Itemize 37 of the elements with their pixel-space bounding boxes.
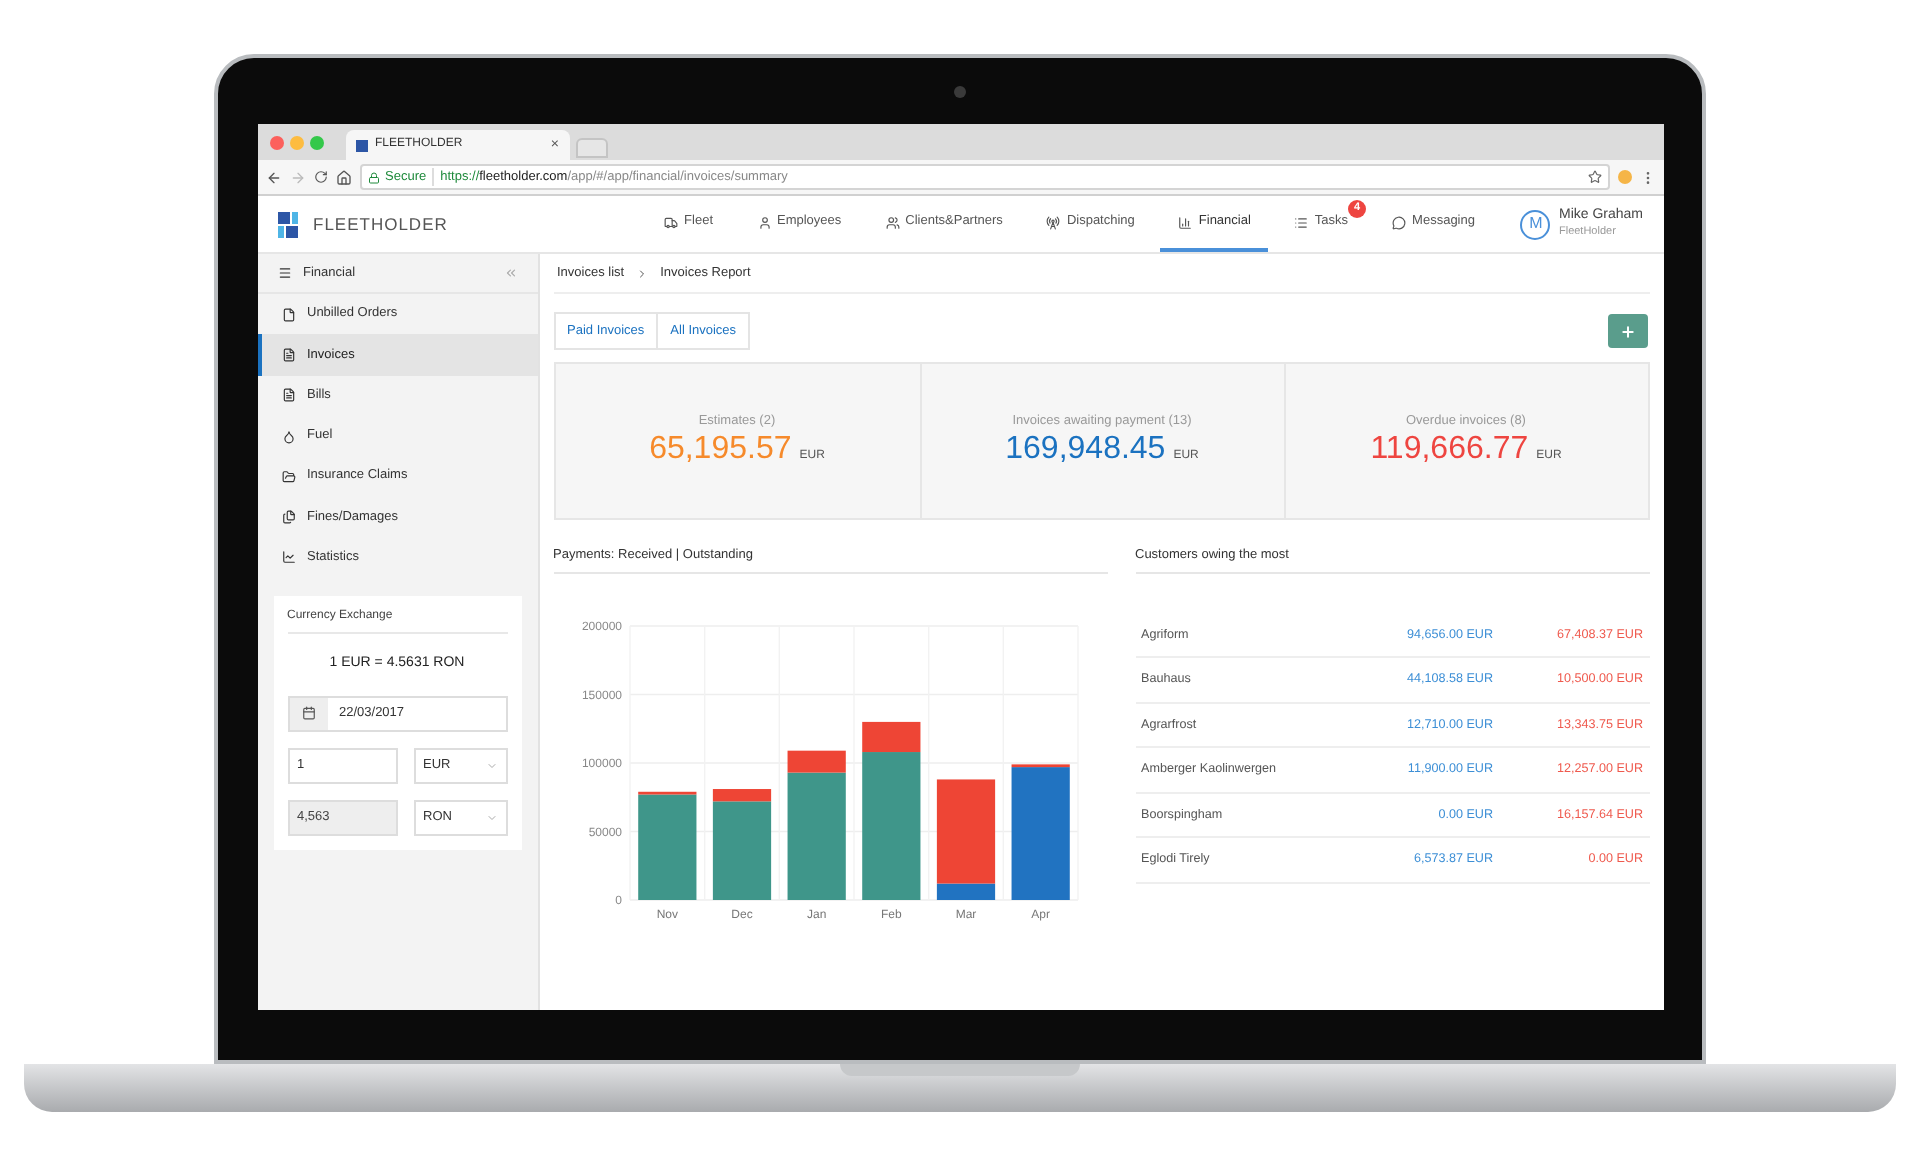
logo-text: FLEETHOLDER (313, 211, 448, 237)
document-icon (281, 307, 295, 322)
chat-bubble-icon (1392, 215, 1407, 229)
logo-icon (277, 211, 303, 237)
close-window-icon[interactable] (269, 135, 283, 149)
maximize-window-icon[interactable] (309, 135, 323, 149)
list-icon (1294, 215, 1309, 229)
bar-chart-icon (1178, 215, 1193, 229)
card-amount: 65,195.57 (649, 430, 792, 471)
extension-icon[interactable] (1617, 170, 1631, 184)
antenna-icon (1046, 215, 1061, 229)
drop-icon (281, 429, 295, 444)
logo-icon (355, 139, 367, 151)
dropdown-caret-icon (485, 759, 497, 772)
person-icon (757, 215, 771, 229)
people-icon (885, 215, 900, 229)
reload-icon[interactable] (313, 170, 327, 184)
card-amount: 169,948.45 (1005, 430, 1166, 471)
home-icon[interactable] (335, 169, 351, 185)
plus-icon (1619, 323, 1635, 339)
card-amount: 119,666.77 (1370, 430, 1529, 471)
line-chart-icon (281, 550, 295, 565)
add-button[interactable] (1607, 314, 1647, 348)
forward-icon[interactable] (289, 169, 305, 185)
document-icon (281, 388, 295, 403)
lock-icon (367, 171, 379, 183)
menu-icon[interactable] (277, 266, 291, 280)
collapse-icon[interactable] (503, 266, 517, 280)
folder-icon (281, 469, 295, 484)
bookmark-star-icon[interactable] (1587, 170, 1601, 184)
dropdown-caret-icon (485, 811, 497, 824)
documents-icon (281, 510, 295, 525)
back-icon[interactable] (265, 169, 281, 185)
truck-icon (664, 215, 679, 229)
calendar-icon (301, 706, 315, 721)
document-icon (281, 347, 295, 362)
breadcrumb-separator-icon (636, 267, 649, 279)
